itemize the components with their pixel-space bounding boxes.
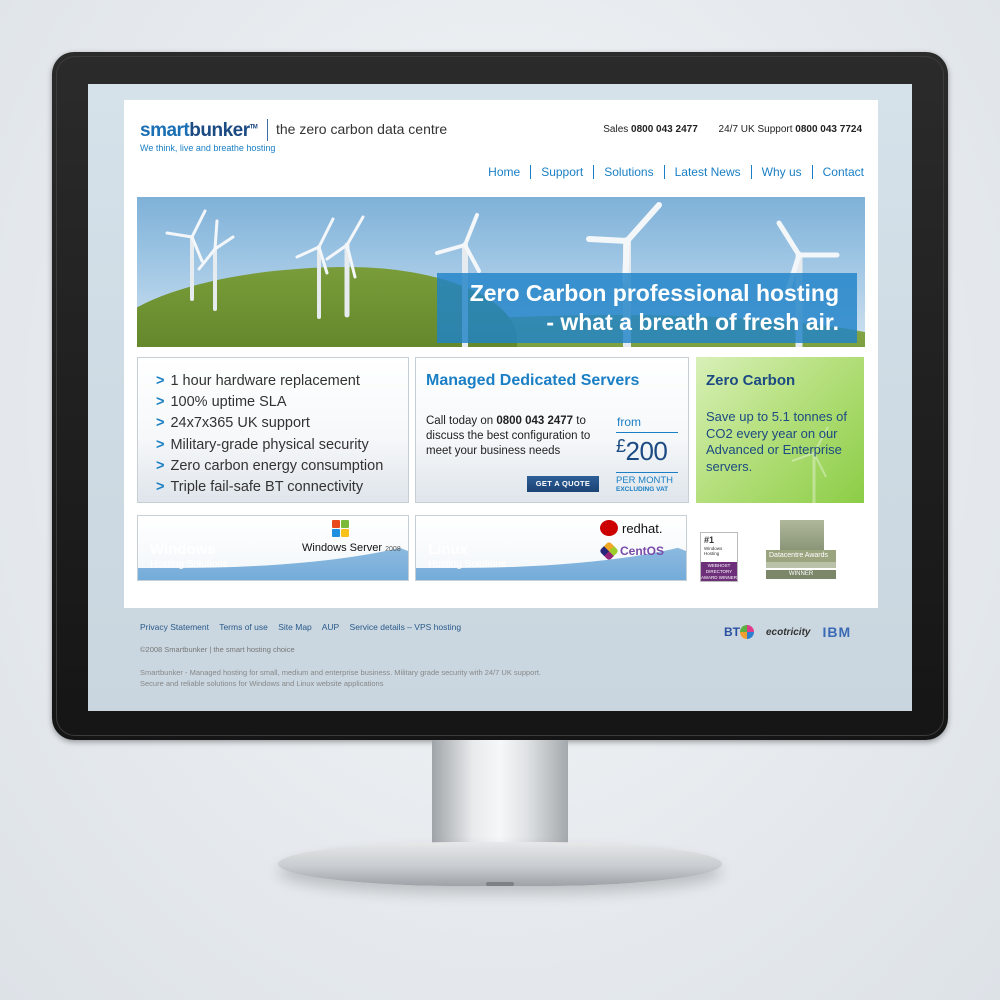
get-a-quote-button[interactable]: GET A QUOTE bbox=[527, 476, 599, 492]
footer-copyright: ©2008 Smartbunker | the smart hosting ch… bbox=[140, 645, 295, 654]
price-per-month: PER MONTH bbox=[616, 475, 673, 486]
redhat-logo: redhat. bbox=[600, 520, 662, 536]
feature-item: > Military-grade physical security bbox=[156, 436, 369, 453]
wind-turbine bbox=[325, 215, 365, 318]
arrow-icon: > bbox=[156, 373, 165, 389]
linux-banner-subtitle: Hosting Solutions bbox=[428, 559, 506, 570]
feature-item: > Triple fail-safe BT connectivity bbox=[156, 479, 364, 496]
centos-logo: CentOS bbox=[599, 541, 664, 561]
sales-phone: 0800 043 2477 bbox=[631, 124, 698, 135]
feature-item: >100% uptime SLA bbox=[156, 394, 287, 411]
ibm-logo[interactable]: IBM bbox=[822, 624, 851, 640]
hero-headline-line1: Zero Carbon professional hosting bbox=[469, 280, 839, 306]
windows-flag-icon bbox=[332, 520, 350, 538]
logo-text-dark: bunker bbox=[189, 120, 250, 141]
windows-banner-title: Windows bbox=[150, 541, 216, 558]
nav-support[interactable]: Support bbox=[531, 165, 593, 179]
logo-text-main: smart bbox=[140, 120, 190, 141]
bt-logo[interactable]: BT bbox=[724, 625, 754, 639]
dedicated-servers-panel[interactable]: Managed Dedicated Servers Call today on … bbox=[415, 357, 689, 503]
feature-item: >24x7x365 UK support bbox=[156, 415, 310, 432]
dedicated-servers-body: Call today on 0800 043 2477 to discuss t… bbox=[426, 415, 591, 457]
award-building-icon bbox=[780, 520, 824, 550]
windows-hosting-award-badge: #1 Windows Hosting WEBHOST DIRECTORY AWA… bbox=[700, 532, 738, 582]
nav-home[interactable]: Home bbox=[478, 165, 530, 179]
nav-contact[interactable]: Contact bbox=[813, 165, 864, 179]
arrow-icon: > bbox=[156, 479, 165, 496]
header-divider bbox=[267, 119, 268, 141]
price-excluding-vat: EXCLUDING VAT bbox=[616, 486, 669, 493]
nav-why-us[interactable]: Why us bbox=[752, 165, 812, 179]
footer-link-terms[interactable]: Terms of use bbox=[219, 622, 268, 632]
nav-latest-news[interactable]: Latest News bbox=[665, 165, 751, 179]
windows-hosting-banner[interactable]: Windows Hosting Solutions Windows Server… bbox=[137, 515, 409, 581]
feature-item: > Zero carbon energy consumption bbox=[156, 457, 384, 474]
zero-carbon-body: Save up to 5.1 tonnes of CO2 every year … bbox=[706, 409, 847, 474]
footer-link-privacy[interactable]: Privacy Statement bbox=[140, 622, 209, 632]
price-rule bbox=[616, 432, 678, 433]
datacentre-awards-badge: Datacentre Awards WINNER bbox=[766, 520, 836, 580]
monitor-stand-neck bbox=[432, 740, 568, 852]
wind-turbine bbox=[165, 209, 207, 301]
monitor-screen: smartbunkerTM the zero carbon data centr… bbox=[88, 84, 912, 711]
support-phone: 0800 043 7724 bbox=[795, 124, 862, 135]
footer-link-sitemap[interactable]: Site Map bbox=[278, 622, 312, 632]
hero-headline-box: Zero Carbon professional hosting - what … bbox=[437, 273, 857, 343]
windows-banner-subtitle: Hosting Solutions bbox=[150, 559, 228, 570]
sales-label: Sales bbox=[603, 124, 629, 135]
linux-hosting-banner[interactable]: Linux Hosting Solutions redhat. CentOS bbox=[415, 515, 687, 581]
feature-item: >1 hour hardware replacement bbox=[156, 373, 360, 389]
nav-solutions[interactable]: Solutions bbox=[594, 165, 663, 179]
linux-banner-title: Linux bbox=[428, 541, 468, 558]
stand-slot bbox=[486, 882, 514, 886]
arrow-icon: > bbox=[156, 436, 165, 453]
hero-headline-line2: - what a breath of fresh air. bbox=[546, 309, 839, 335]
wind-turbine bbox=[197, 219, 235, 311]
arrow-icon: > bbox=[156, 457, 165, 474]
zero-carbon-panel[interactable]: Zero Carbon Save up to 5.1 tonnes of CO2… bbox=[696, 357, 864, 503]
smartbunker-logo[interactable]: smartbunkerTM bbox=[140, 120, 258, 142]
footer-link-aup[interactable]: AUP bbox=[322, 622, 339, 632]
bt-globe-icon bbox=[740, 625, 754, 639]
partner-logos: BT ecotricity IBM bbox=[724, 624, 851, 640]
arrow-icon: > bbox=[156, 394, 165, 411]
features-panel: >1 hour hardware replacement >100% uptim… bbox=[137, 357, 409, 503]
zero-carbon-title: Zero Carbon bbox=[706, 372, 796, 389]
site-tagline: the zero carbon data centre bbox=[276, 121, 448, 137]
footer-links: Privacy Statement Terms of use Site Map … bbox=[140, 622, 469, 632]
site-subtagline: We think, live and breathe hosting bbox=[140, 143, 276, 153]
header-phones: Sales 0800 043 2477 24/7 UK Support 0800… bbox=[603, 124, 862, 135]
price-from-label: from bbox=[617, 415, 641, 429]
logo-trademark: TM bbox=[249, 124, 258, 131]
hero-banner[interactable]: Zero Carbon professional hosting - what … bbox=[137, 197, 865, 347]
ecotricity-logo[interactable]: ecotricity bbox=[766, 627, 810, 638]
redhat-icon bbox=[600, 520, 618, 536]
footer-about: Smartbunker - Managed hosting for small,… bbox=[140, 668, 542, 688]
web-page: smartbunkerTM the zero carbon data centr… bbox=[124, 100, 878, 608]
dedicated-servers-title[interactable]: Managed Dedicated Servers bbox=[426, 372, 639, 390]
footer-link-vps[interactable]: Service details – VPS hosting bbox=[350, 622, 462, 632]
centos-icon bbox=[599, 541, 619, 561]
support-label: 24/7 UK Support bbox=[718, 124, 793, 135]
wind-turbine bbox=[295, 217, 335, 319]
monitor-stand-base bbox=[278, 842, 722, 886]
arrow-icon: > bbox=[156, 415, 165, 432]
price-value: £200 bbox=[616, 436, 668, 466]
price-rule bbox=[616, 472, 678, 473]
main-nav: Home Support Solutions Latest News Why u… bbox=[478, 165, 864, 179]
